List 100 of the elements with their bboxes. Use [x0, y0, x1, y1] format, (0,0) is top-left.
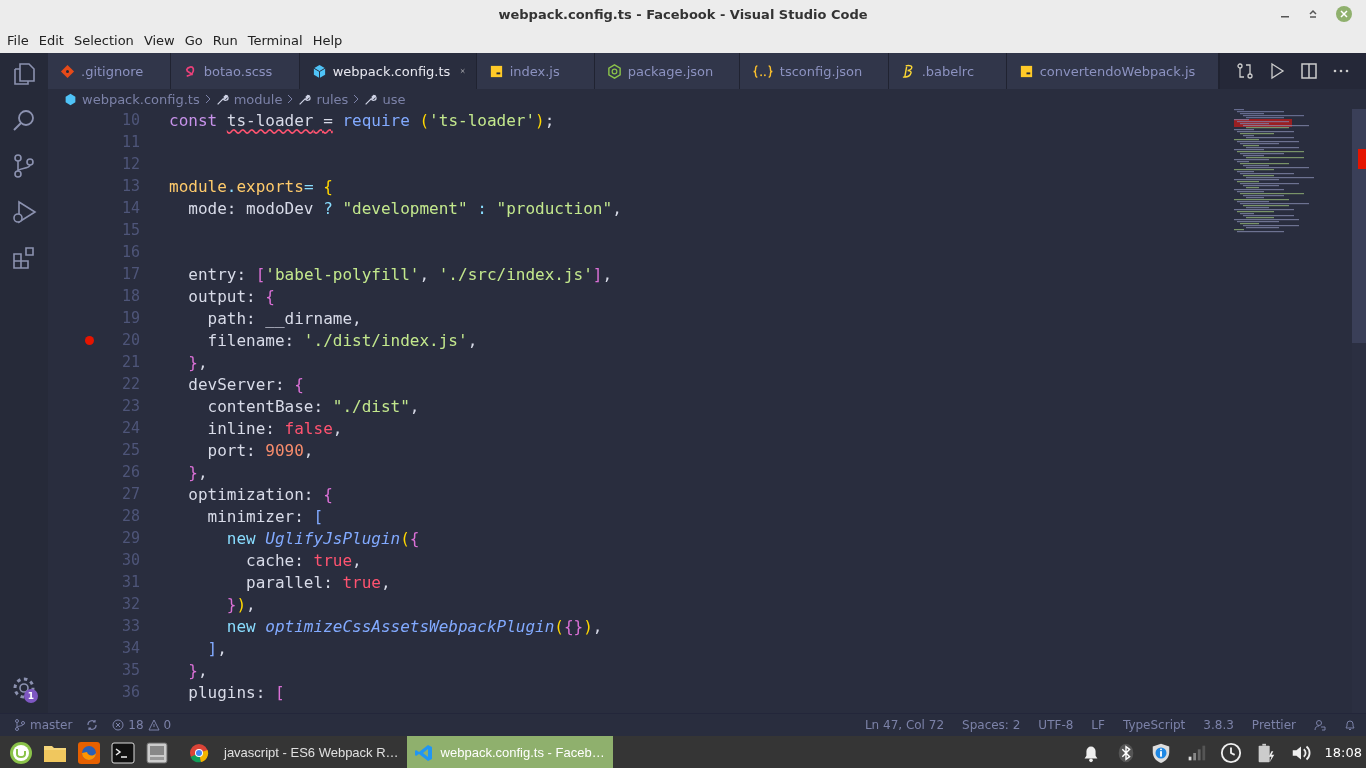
editor-tab[interactable]: .babelrc	[888, 53, 1007, 89]
code-line: new UglifyJsPlugin({	[225, 528, 420, 548]
line-number: 15	[120, 221, 140, 239]
line-number: 31	[120, 573, 140, 591]
line-number: 17	[120, 265, 140, 283]
taskbar-window[interactable]: javascript - ES6 Webpack R…	[174, 736, 407, 768]
taskbar-window[interactable]: webpack.config.ts - Faceb…	[406, 736, 613, 768]
line-number: 16	[120, 243, 140, 261]
files-icon[interactable]	[11, 61, 37, 87]
code-line: devServer: {	[187, 374, 304, 394]
wrench-icon	[364, 92, 378, 106]
code-line: },	[187, 660, 208, 680]
code-line: ],	[206, 638, 227, 658]
breakpoint-dot[interactable]	[85, 335, 94, 345]
status-item[interactable]: Ln 47, Col 72	[864, 718, 945, 732]
status-item[interactable]: 3.8.3	[1203, 718, 1234, 732]
branch-name[interactable]: master	[30, 718, 73, 732]
code-line: const ts-loader = require ('ts-loader');	[169, 110, 555, 130]
menu-item[interactable]: Help	[307, 31, 348, 50]
line-number: 34	[120, 639, 140, 657]
menu-item[interactable]: View	[138, 31, 180, 50]
settings-icon[interactable]	[11, 675, 37, 701]
breadcrumb-item[interactable]: rules	[316, 91, 349, 107]
line-number: 24	[120, 419, 140, 437]
terminal-icon[interactable]	[111, 740, 135, 765]
line-number: 33	[120, 617, 140, 635]
status-item[interactable]: UTF-8	[1038, 718, 1074, 732]
breadcrumb-item[interactable]: use	[382, 91, 406, 107]
play-icon[interactable]	[1268, 62, 1286, 80]
breadcrumb-item[interactable]: webpack.config.ts	[82, 91, 200, 107]
feedback-icon[interactable]	[1314, 719, 1326, 731]
status-item[interactable]: Spaces: 2	[962, 718, 1021, 732]
menu-item[interactable]: Edit	[33, 31, 69, 50]
editor-tab[interactable]: .gitignore	[48, 53, 171, 89]
code-line: plugins: [	[187, 682, 285, 702]
cube-icon	[64, 92, 77, 106]
error-count[interactable]: 18	[128, 718, 144, 732]
source-control-icon[interactable]	[11, 153, 37, 179]
editor-tab[interactable]: package.json	[594, 53, 740, 89]
menu-item[interactable]: Selection	[68, 31, 139, 50]
editor-tab[interactable]: index.js	[476, 53, 595, 89]
line-number: 21	[120, 353, 140, 371]
window-title: webpack.config.ts - Facebook - Visual Studio Code	[498, 6, 868, 22]
code-editor-icon	[414, 743, 433, 762]
line-number: 14	[120, 199, 140, 217]
error-icon	[112, 719, 125, 731]
code-line: new optimizeCssAssetsWebpackPlugin({}),	[225, 616, 603, 636]
editor-tab[interactable]: webpack.config.ts	[299, 53, 477, 89]
line-number: 30	[120, 551, 140, 569]
line-number: 20	[120, 331, 140, 349]
menu-item[interactable]: Run	[207, 31, 243, 50]
code-line: contentBase: "./dist",	[206, 396, 420, 416]
line-number: 32	[120, 595, 140, 613]
code-line: module.exports= {	[169, 176, 333, 196]
cube-icon	[311, 63, 327, 79]
status-item[interactable]: LF	[1091, 718, 1105, 732]
code-line: cache: true,	[245, 550, 362, 570]
breadcrumb-item[interactable]: module	[233, 91, 283, 107]
braces-icon	[751, 63, 774, 79]
line-number: 18	[120, 287, 140, 305]
split-editor-icon[interactable]	[1300, 62, 1318, 80]
editor-tab[interactable]: botao.scss	[170, 53, 300, 89]
js-file-icon	[1018, 63, 1034, 79]
menu-item[interactable]: Terminal	[242, 31, 308, 50]
search-icon[interactable]	[11, 107, 37, 133]
code-line: }),	[225, 594, 256, 614]
status-item[interactable]: TypeScript	[1122, 718, 1186, 732]
line-number: 28	[120, 507, 140, 525]
chevron-icon	[203, 94, 212, 104]
chevron-icon	[352, 94, 361, 104]
line-number: 11	[120, 133, 140, 151]
code-line: inline: false,	[206, 418, 343, 438]
code-line: },	[187, 352, 208, 372]
line-number: 13	[120, 177, 140, 195]
extensions-icon[interactable]	[11, 245, 37, 271]
code-line: },	[187, 462, 208, 482]
warning-icon	[147, 719, 160, 731]
run-debug-icon[interactable]	[11, 199, 37, 225]
editor-tab[interactable]: tsconfig.json	[739, 53, 889, 89]
maximize-icon[interactable]	[1308, 9, 1318, 19]
sync-icon[interactable]	[86, 719, 99, 731]
line-number: 10	[120, 111, 140, 129]
clock-icon[interactable]	[1219, 741, 1242, 764]
editor-tab[interactable]: convertendoWebpack.js	[1006, 53, 1219, 89]
diamond-icon	[60, 63, 75, 79]
menu-item[interactable]: File	[2, 31, 34, 50]
monitor-icon[interactable]	[145, 740, 169, 765]
compare-changes-icon[interactable]	[1236, 62, 1254, 80]
warning-count[interactable]: 0	[163, 718, 172, 732]
line-number: 22	[120, 375, 140, 393]
branch-icon	[14, 719, 26, 731]
status-item[interactable]: Prettier	[1251, 718, 1296, 732]
clock[interactable]: 18:08	[1324, 745, 1362, 760]
line-number: 29	[120, 529, 140, 547]
code-line: minimizer: [	[206, 506, 324, 526]
wrench-icon	[215, 92, 229, 106]
code-line: output: {	[187, 286, 275, 306]
code-line: path: __dirname,	[206, 308, 362, 328]
js-file-icon	[488, 63, 504, 79]
menu-item[interactable]: Go	[179, 31, 208, 50]
